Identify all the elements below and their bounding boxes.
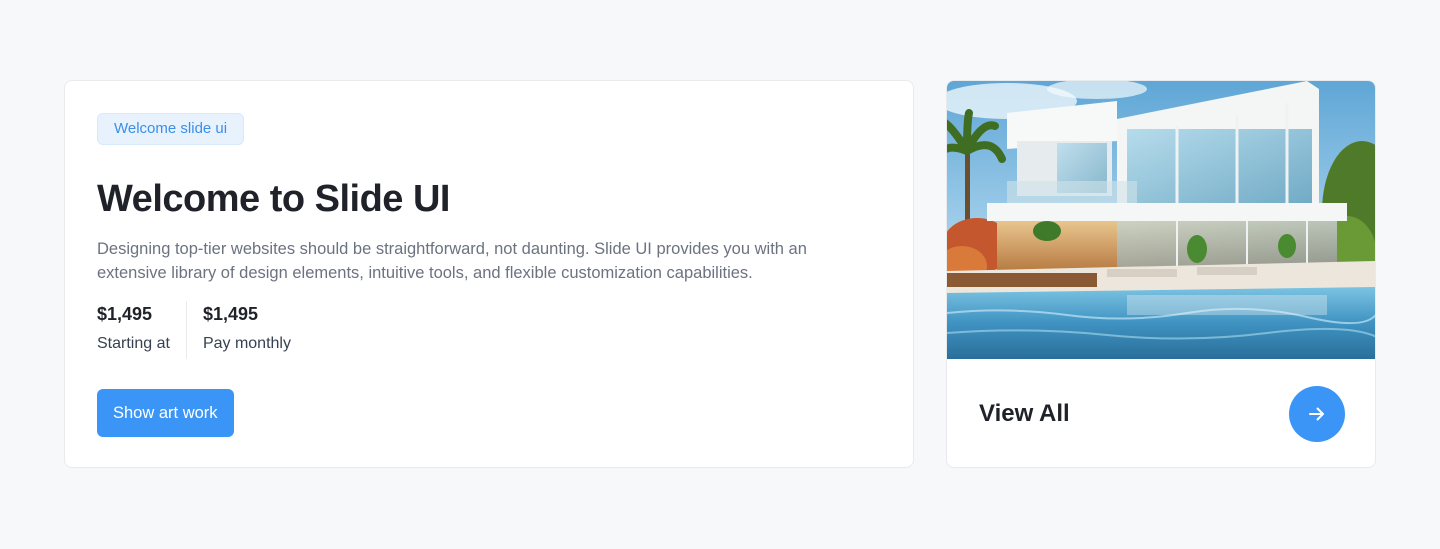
page: Welcome slide ui Welcome to Slide UI Des… [0,0,1440,549]
modern-villa-photo [947,81,1375,359]
gallery-footer: View All [947,359,1375,467]
stat-price: $1,495 [202,304,258,324]
stat-starting-at: $1,495 Starting at [97,301,187,359]
stat-pay-monthly: $1,495 Pay monthly [187,301,291,359]
pricing-stats: $1,495 Starting at $1,495 Pay monthly [97,301,881,359]
gallery-card: View All [946,80,1376,468]
view-all-arrow-button[interactable] [1289,386,1345,442]
view-all-link[interactable]: View All [979,400,1070,428]
hero-card: Welcome slide ui Welcome to Slide UI Des… [64,80,914,468]
hero-title: Welcome to Slide UI [97,178,450,220]
arrow-right-icon [1309,407,1324,421]
stat-label: Pay monthly [202,335,291,352]
hero-description: Designing top-tier websites should be st… [97,240,807,282]
show-art-work-button[interactable]: Show art work [97,389,234,437]
stat-label: Starting at [97,335,170,352]
stat-price: $1,495 [97,304,153,324]
welcome-badge: Welcome slide ui [97,113,245,145]
